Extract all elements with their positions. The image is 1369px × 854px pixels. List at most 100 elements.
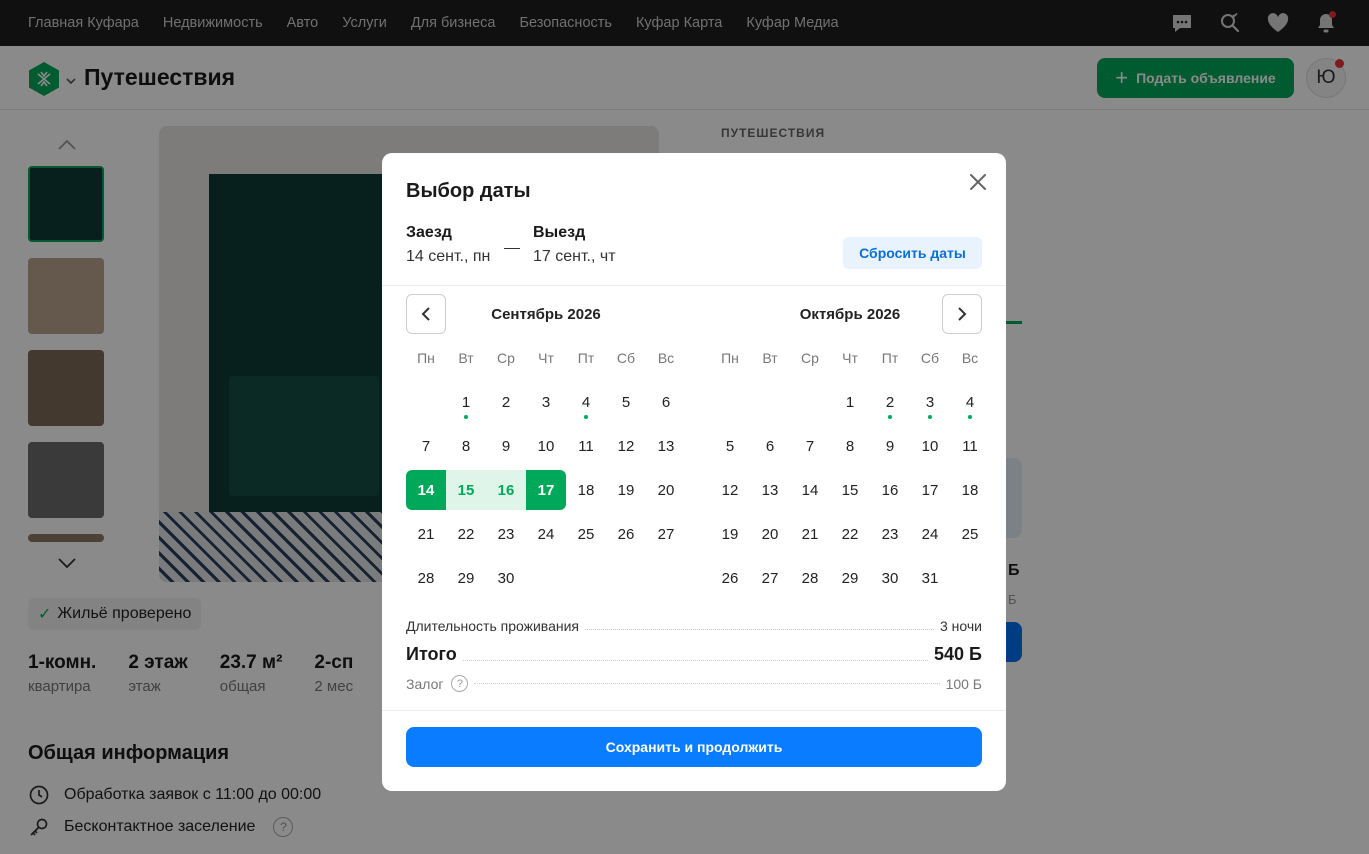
calendar-day[interactable]: 15	[830, 470, 870, 510]
total-value: 540 Б	[934, 644, 982, 664]
weekday-label: Ср	[801, 350, 819, 366]
calendar-day[interactable]: 23	[486, 514, 526, 554]
day-number: 17	[537, 481, 555, 499]
checkin-date[interactable]: Заезд 14 сент., пн	[406, 224, 490, 266]
weekday-label: Пн	[721, 350, 739, 366]
calendar-day[interactable]: 12	[710, 470, 750, 510]
calendar-empty-cell	[646, 558, 686, 598]
calendar-day[interactable]: 11	[566, 426, 606, 466]
calendar-day[interactable]: 11	[950, 426, 990, 466]
calendar-day[interactable]: 31	[910, 558, 950, 598]
calendar-day[interactable]: 9	[486, 426, 526, 466]
calendar-day[interactable]: 17	[526, 470, 566, 510]
calendar-day[interactable]: 13	[750, 470, 790, 510]
calendar-day[interactable]: 25	[566, 514, 606, 554]
save-continue-button[interactable]: Сохранить и продолжить	[406, 727, 982, 767]
prev-month-button[interactable]	[406, 294, 446, 334]
calendar-day[interactable]: 22	[830, 514, 870, 554]
calendar-week: 5 6 7 8 9 10 11	[710, 424, 990, 468]
calendar-day[interactable]: 16	[870, 470, 910, 510]
day-number: 22	[457, 525, 475, 543]
weekday-label: Вс	[961, 350, 979, 366]
calendar-day[interactable]: 1	[446, 382, 486, 422]
calendar-day[interactable]: 30	[486, 558, 526, 598]
deposit-label: Залог	[406, 675, 444, 692]
calendar-day[interactable]: 7	[790, 426, 830, 466]
day-number: 24	[537, 525, 555, 543]
calendar-empty-cell	[790, 382, 830, 422]
calendar-day[interactable]: 6	[646, 382, 686, 422]
calendar-empty-cell	[526, 558, 566, 598]
day-number: 13	[761, 481, 779, 499]
availability-dot	[464, 415, 468, 419]
calendar-day[interactable]: 2	[486, 382, 526, 422]
calendar-day[interactable]: 28	[790, 558, 830, 598]
calendar-day[interactable]: 27	[750, 558, 790, 598]
calendar-day[interactable]: 5	[606, 382, 646, 422]
calendar-day[interactable]: 22	[446, 514, 486, 554]
checkout-date[interactable]: Выезд 17 сент., чт	[533, 224, 616, 266]
calendar-september: Пн Вт Ср Чт Пт Сб Вс 1 2 3 4 5 6 7 8 9 10 11 12 13 14 15 16 17 1…	[406, 336, 686, 600]
calendar-day[interactable]: 8	[830, 426, 870, 466]
close-icon[interactable]	[966, 170, 990, 194]
calendar-day[interactable]: 20	[646, 470, 686, 510]
calendar-day[interactable]: 4	[950, 382, 990, 422]
calendar-day[interactable]: 14	[406, 470, 446, 510]
total-row: Итого 540 Б	[406, 644, 982, 665]
day-number: 3	[541, 393, 551, 411]
calendar-day[interactable]: 19	[606, 470, 646, 510]
calendar-day[interactable]: 26	[710, 558, 750, 598]
calendar-day[interactable]: 13	[646, 426, 686, 466]
calendar-day[interactable]: 12	[606, 426, 646, 466]
day-number: 20	[761, 525, 779, 543]
reset-dates-button[interactable]: Сбросить даты	[843, 237, 982, 269]
calendar-day[interactable]: 1	[830, 382, 870, 422]
calendar-day[interactable]: 21	[790, 514, 830, 554]
weekday-label: Чт	[538, 350, 554, 366]
calendar-day[interactable]: 10	[526, 426, 566, 466]
calendar-day[interactable]: 24	[910, 514, 950, 554]
total-label: Итого	[406, 644, 457, 664]
calendar-day[interactable]: 28	[406, 558, 446, 598]
calendar-day[interactable]: 3	[526, 382, 566, 422]
calendar-day[interactable]: 21	[406, 514, 446, 554]
calendar-day[interactable]: 8	[446, 426, 486, 466]
calendar-day[interactable]: 7	[406, 426, 446, 466]
day-number: 10	[921, 437, 939, 455]
calendar-day[interactable]: 15	[446, 470, 486, 510]
calendar-day[interactable]: 16	[486, 470, 526, 510]
calendar-day[interactable]: 18	[950, 470, 990, 510]
calendar-empty-cell	[750, 382, 790, 422]
calendar-day[interactable]: 19	[710, 514, 750, 554]
calendar-day[interactable]: 23	[870, 514, 910, 554]
calendar-day[interactable]: 18	[566, 470, 606, 510]
calendar-day[interactable]: 5	[710, 426, 750, 466]
day-number: 24	[921, 525, 939, 543]
weekday-label: Пт	[881, 350, 899, 366]
calendar-day[interactable]: 3	[910, 382, 950, 422]
calendar-day[interactable]: 9	[870, 426, 910, 466]
calendar-day[interactable]: 29	[830, 558, 870, 598]
calendar-day[interactable]: 6	[750, 426, 790, 466]
calendar-day[interactable]: 2	[870, 382, 910, 422]
help-icon[interactable]: ?	[451, 675, 469, 692]
calendar-day[interactable]: 29	[446, 558, 486, 598]
duration-label: Длительность проживания	[406, 618, 580, 634]
calendar-day[interactable]: 4	[566, 382, 606, 422]
calendar-day[interactable]: 14	[790, 470, 830, 510]
day-number: 11	[962, 437, 978, 455]
day-number: 15	[841, 481, 859, 499]
calendar-day[interactable]: 30	[870, 558, 910, 598]
calendar-week: 26 27 28 29 30 31	[710, 556, 990, 600]
calendar-day[interactable]: 10	[910, 426, 950, 466]
next-month-button[interactable]	[942, 294, 982, 334]
calendar-day[interactable]: 27	[646, 514, 686, 554]
calendar-week: 28 29 30	[406, 556, 686, 600]
calendar-day[interactable]: 17	[910, 470, 950, 510]
calendar-day[interactable]: 26	[606, 514, 646, 554]
calendar-empty-cell	[950, 558, 990, 598]
calendar-day[interactable]: 24	[526, 514, 566, 554]
calendar-day[interactable]: 20	[750, 514, 790, 554]
calendar-day[interactable]: 25	[950, 514, 990, 554]
day-number: 7	[805, 437, 815, 455]
